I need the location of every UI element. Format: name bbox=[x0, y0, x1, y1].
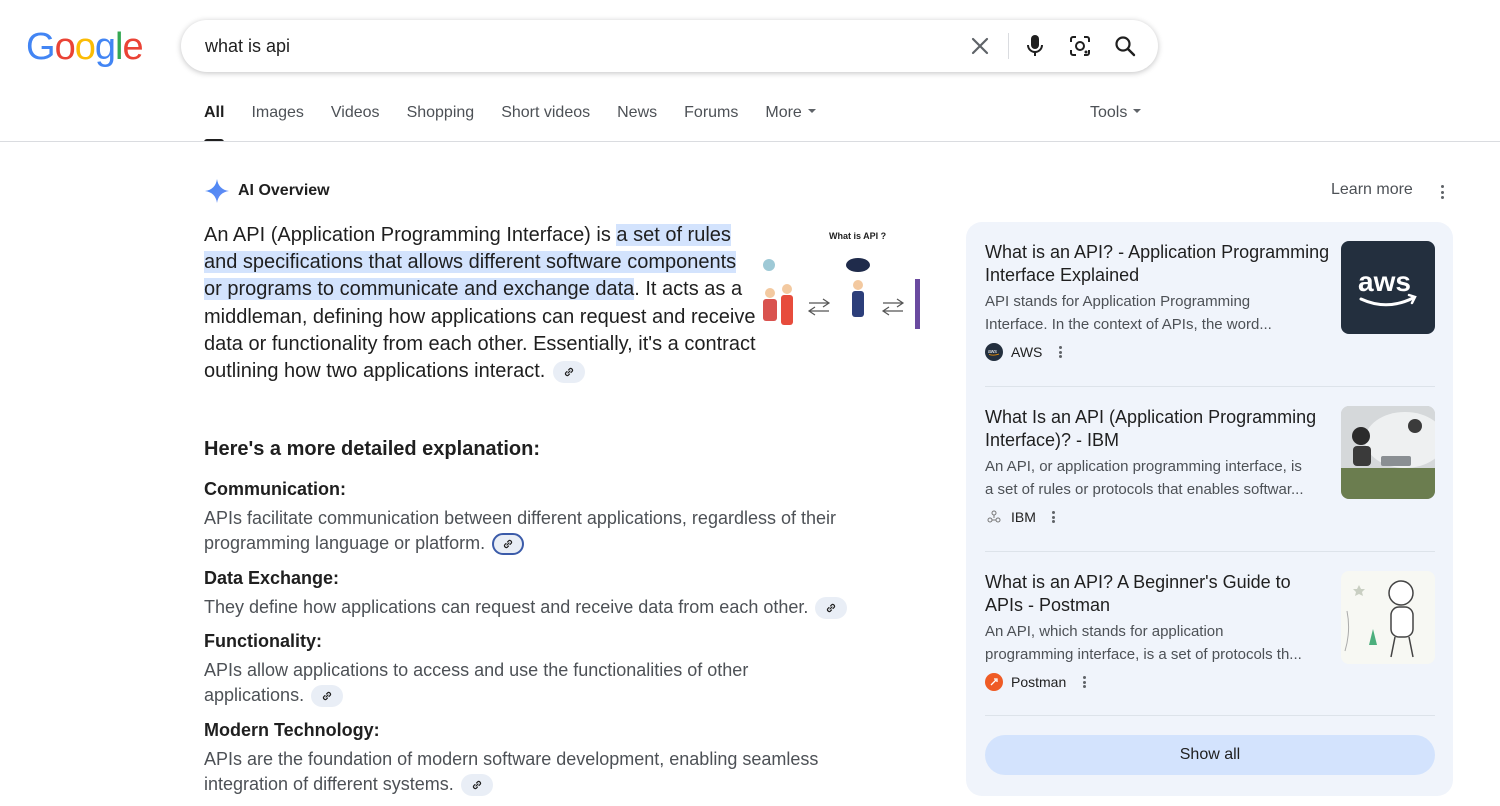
source-snippet: An API, which stands for application pro… bbox=[985, 620, 1330, 666]
card-divider bbox=[985, 715, 1435, 716]
item-body-modern-technology: APIs are the foundation of modern softwa… bbox=[204, 747, 864, 797]
item-body-text: APIs are the foundation of modern softwa… bbox=[204, 749, 819, 794]
citation-link-icon[interactable] bbox=[815, 597, 848, 620]
citation-link-icon[interactable] bbox=[552, 360, 585, 383]
item-title-modern-technology: Modern Technology: bbox=[204, 720, 380, 740]
detailed-explanation-heading: Here's a more detailed explanation: bbox=[204, 438, 540, 460]
card-divider bbox=[985, 386, 1435, 387]
show-all-button[interactable]: Show all bbox=[985, 735, 1435, 775]
item-body-functionality: APIs allow applications to access and us… bbox=[204, 658, 804, 708]
snippet-line: An API, or application programming inter… bbox=[985, 458, 1302, 475]
tab-more[interactable]: More bbox=[765, 104, 816, 142]
ai-overview-label: AI Overview bbox=[238, 182, 330, 199]
tab-videos[interactable]: Videos bbox=[331, 104, 380, 142]
snippet-line: Interface. In the context of APIs, the w… bbox=[985, 316, 1272, 333]
ai-overview-summary: An API (Application Programming Interfac… bbox=[204, 222, 756, 385]
tab-label: News bbox=[617, 104, 658, 121]
aws-favicon-icon: aws bbox=[985, 343, 1003, 361]
svg-text:aws: aws bbox=[988, 349, 997, 355]
aws-logo-text: aws bbox=[1358, 266, 1411, 297]
sources-panel: What is an API? - Application Programmin… bbox=[966, 222, 1453, 796]
api-illustration[interactable]: What is API ? bbox=[757, 225, 923, 350]
source-name: Postman bbox=[1011, 674, 1067, 690]
item-body-text: They define how applications can request… bbox=[204, 597, 809, 617]
citation-link-icon[interactable] bbox=[492, 533, 525, 556]
source-card-aws[interactable]: What is an API? - Application Programmin… bbox=[985, 241, 1435, 361]
search-tabs: All Images Videos Shopping Short videos … bbox=[204, 104, 843, 142]
item-title-communication: Communication: bbox=[204, 479, 346, 499]
tab-news[interactable]: News bbox=[617, 104, 657, 142]
source-attribution: aws AWS bbox=[985, 343, 1435, 361]
tab-label: Images bbox=[251, 104, 304, 121]
search-box[interactable]: what is api bbox=[181, 20, 1158, 72]
item-title-functionality: Functionality: bbox=[204, 631, 322, 651]
more-options-icon[interactable] bbox=[1436, 182, 1448, 202]
caret-down-icon bbox=[1133, 108, 1142, 113]
postman-favicon-icon bbox=[985, 673, 1003, 691]
source-name: IBM bbox=[1011, 509, 1036, 525]
ai-overview-header: AI Overview bbox=[204, 178, 330, 204]
tab-shopping[interactable]: Shopping bbox=[407, 104, 475, 142]
mic-icon[interactable] bbox=[1021, 32, 1049, 60]
source-title[interactable]: What is an API? A Beginner's Guide to AP… bbox=[985, 571, 1330, 617]
item-body-text: APIs allow applications to access and us… bbox=[204, 660, 749, 705]
tab-label: Videos bbox=[330, 104, 380, 121]
ibm-favicon-icon bbox=[985, 508, 1003, 526]
tab-label: Forums bbox=[684, 104, 739, 121]
learn-more-link[interactable]: Learn more bbox=[1331, 181, 1413, 199]
source-title[interactable]: What Is an API (Application Programming … bbox=[985, 406, 1330, 452]
source-attribution: Postman bbox=[985, 673, 1435, 691]
item-body-data-exchange: They define how applications can request… bbox=[204, 595, 894, 620]
tab-forums[interactable]: Forums bbox=[684, 104, 738, 142]
snippet-line: API stands for Application Programming bbox=[985, 293, 1251, 310]
ibm-photo-thumbnail[interactable] bbox=[1341, 406, 1435, 499]
tab-short-videos[interactable]: Short videos bbox=[501, 104, 590, 142]
snippet-line: An API, which stands for application bbox=[985, 623, 1224, 640]
postman-illustration-thumbnail[interactable] bbox=[1341, 571, 1435, 664]
snippet-line: programming interface, is a set of proto… bbox=[985, 646, 1302, 663]
tools-button[interactable]: Tools bbox=[1090, 104, 1142, 122]
google-logo[interactable]: Google bbox=[26, 28, 144, 66]
more-options-icon[interactable] bbox=[1080, 674, 1088, 690]
source-snippet: API stands for Application Programming I… bbox=[985, 290, 1330, 336]
more-options-icon[interactable] bbox=[1050, 509, 1058, 525]
more-options-icon[interactable] bbox=[1056, 344, 1064, 360]
search-divider bbox=[1008, 33, 1009, 59]
tab-all[interactable]: All bbox=[204, 104, 225, 142]
close-icon[interactable] bbox=[966, 32, 994, 60]
source-snippet: An API, or application programming inter… bbox=[985, 455, 1330, 501]
summary-text: An API (Application Programming Interfac… bbox=[204, 224, 617, 246]
caret-down-icon bbox=[807, 108, 816, 113]
card-divider bbox=[985, 551, 1435, 552]
lens-icon[interactable] bbox=[1066, 32, 1094, 60]
illustration-caption: What is API ? bbox=[829, 231, 886, 241]
tools-label: Tools bbox=[1090, 104, 1128, 121]
tab-label: More bbox=[765, 104, 802, 121]
source-card-ibm[interactable]: What Is an API (Application Programming … bbox=[985, 406, 1435, 526]
snippet-line: a set of rules or protocols that enables… bbox=[985, 481, 1304, 498]
source-card-postman[interactable]: What is an API? A Beginner's Guide to AP… bbox=[985, 571, 1435, 691]
item-body-communication: APIs facilitate communication between di… bbox=[204, 506, 894, 556]
source-attribution: IBM bbox=[985, 508, 1435, 526]
citation-link-icon[interactable] bbox=[460, 774, 493, 797]
aws-logo-thumbnail[interactable]: aws bbox=[1341, 241, 1435, 334]
search-input[interactable]: what is api bbox=[205, 36, 290, 57]
tab-images[interactable]: Images bbox=[251, 104, 303, 142]
source-name: AWS bbox=[1011, 344, 1043, 360]
item-title-data-exchange: Data Exchange: bbox=[204, 568, 340, 588]
header-divider bbox=[0, 141, 1500, 142]
tab-label: All bbox=[204, 104, 225, 121]
tab-label: Shopping bbox=[406, 104, 475, 121]
search-icon[interactable] bbox=[1111, 32, 1139, 60]
tab-label: Short videos bbox=[501, 104, 591, 121]
sparkle-icon bbox=[205, 179, 229, 203]
citation-link-icon[interactable] bbox=[311, 685, 344, 708]
source-title[interactable]: What is an API? - Application Programmin… bbox=[985, 241, 1330, 287]
